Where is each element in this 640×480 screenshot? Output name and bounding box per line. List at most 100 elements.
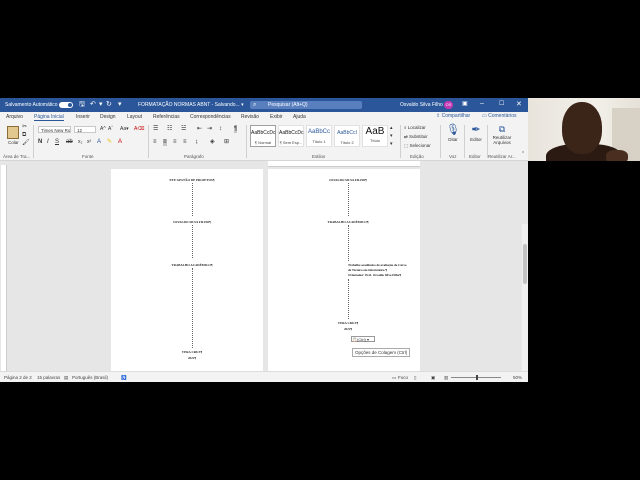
minimize-icon[interactable]: – (480, 100, 484, 107)
tab-referencias[interactable]: Referências (153, 114, 180, 120)
justify-icon[interactable]: ≡ (183, 139, 187, 146)
style-titulo-2[interactable]: AaBbCcI Título 2 (334, 125, 360, 147)
undo-dropdown-icon[interactable]: ▾ (99, 101, 103, 109)
share-button[interactable]: ⇪ Compartilhar (436, 113, 470, 119)
language-label[interactable]: Português (Brasil) (72, 375, 108, 380)
word-count[interactable]: 15 palavras (37, 375, 60, 380)
status-bar: Página 2 de 2 15 palavras ▤ Português (B… (0, 371, 528, 382)
font-color-icon[interactable]: A (118, 139, 122, 146)
styles-scroll-up-icon[interactable]: ▴ (390, 125, 393, 132)
styles-scroll-down-icon[interactable]: ▾ (390, 133, 393, 140)
customize-quick-access-icon[interactable]: ▾ (118, 101, 122, 109)
read-mode-icon[interactable]: ▯ (414, 375, 416, 381)
accessibility-icon[interactable]: ♿ (121, 375, 127, 381)
paste-options-button[interactable]: 📋(Ctrl) ▾ (351, 336, 375, 342)
avatar[interactable]: OS (444, 101, 453, 109)
focus-icon[interactable]: ▭ (392, 375, 396, 381)
shrink-font-icon[interactable]: Aˇ (108, 126, 113, 133)
superscript-icon[interactable]: x² (87, 139, 91, 146)
collapse-ribbon-icon[interactable]: ⌃ (521, 151, 525, 158)
decrease-indent-icon[interactable]: ⇤ (197, 126, 202, 133)
zoom-level[interactable]: 50% (513, 375, 522, 380)
grow-font-icon[interactable]: A^ (100, 126, 106, 133)
subscript-icon[interactable]: x₂ (78, 139, 82, 146)
highlight-icon[interactable]: ✎ (107, 139, 112, 146)
search-box[interactable]: ⌕ Pesquisar (Alt+Q) (250, 101, 362, 109)
bold-icon[interactable]: N (38, 139, 42, 146)
focus-label[interactable]: Foco (398, 375, 408, 380)
change-case-icon[interactable]: Aa▾ (120, 126, 129, 133)
increase-indent-icon[interactable]: ⇥ (207, 126, 212, 133)
page-count[interactable]: Página 2 de 2 (4, 375, 32, 380)
tab-correspondencias[interactable]: Correspondências (190, 114, 231, 120)
font-size-combo[interactable]: 12 (74, 126, 96, 133)
tab-revisao[interactable]: Revisão (241, 114, 259, 120)
show-marks-icon[interactable]: ¶ (234, 126, 238, 133)
styles-more-icon[interactable]: ▾ (390, 141, 393, 148)
editor-button[interactable]: ✒ Editor (467, 124, 485, 142)
tab-inserir[interactable]: Inserir (76, 114, 90, 120)
copy-icon[interactable]: ⧉ (22, 132, 26, 139)
user-name[interactable]: Osvaldo Silva Filho (400, 102, 443, 108)
format-painter-icon[interactable]: 🖌 (22, 140, 30, 147)
tab-arquivo[interactable]: Arquivo (6, 114, 23, 120)
autosave-toggle[interactable] (59, 102, 73, 108)
web-layout-icon[interactable]: ▥ (444, 375, 448, 381)
sort-icon[interactable]: ↕ (219, 126, 222, 133)
tab-exibir[interactable]: Exibir (270, 114, 283, 120)
line-spacing-icon[interactable]: ↨ (195, 139, 198, 146)
page-1[interactable]: ETE GESTÃO DE PROJETOS¶ OSVALDO SILVA FI… (111, 169, 263, 374)
page-2[interactable]: OSVALDO SILVA FILHO¶ TRABALHO ACADÊMICO¶… (268, 169, 420, 374)
style-sem-espacamento[interactable]: AaBbCcDc ¶ Sem Esp... (278, 125, 304, 147)
style-normal[interactable]: AaBbCcDc ¶ Normal (250, 125, 276, 147)
tab-layout[interactable]: Layout (127, 114, 142, 120)
borders-icon[interactable]: ⊞ (224, 139, 229, 146)
redo-icon[interactable]: ↻ (106, 101, 112, 109)
find-button[interactable]: ⌕ Localizar (404, 124, 426, 131)
dictate-button[interactable]: 🎙 Ditar (444, 124, 462, 142)
save-icon[interactable]: 🖫 (79, 101, 85, 109)
comments-button[interactable]: ▭ Comentários (482, 113, 516, 119)
numbering-icon[interactable]: ☷ (167, 126, 172, 133)
select-button[interactable]: ⬚ Selecionar (404, 142, 431, 149)
strikethrough-icon[interactable]: ab (66, 139, 73, 146)
multilevel-list-icon[interactable]: ☱ (181, 126, 186, 133)
document-title[interactable]: FORMATAÇÃO NORMAS ABNT - Salvando... ▾ (138, 102, 244, 108)
zoom-slider-thumb[interactable] (476, 375, 478, 380)
align-right-icon[interactable]: ≡ (173, 139, 177, 146)
ribbon-tabs: Arquivo Página Inicial Inserir Design La… (0, 112, 528, 122)
align-center-icon[interactable]: ≡ (163, 139, 167, 146)
paste-icon[interactable] (7, 126, 19, 139)
proofing-icon[interactable]: ▤ (64, 375, 68, 381)
tab-pagina-inicial[interactable]: Página Inicial (34, 114, 64, 121)
paste-label[interactable]: Colar (8, 139, 19, 146)
font-name-combo[interactable]: Times New Ro (38, 126, 71, 133)
webcam-person-hand (606, 150, 628, 161)
underline-icon[interactable]: S (55, 139, 59, 146)
style-preview: AaBbCcDc (251, 130, 276, 136)
replace-button[interactable]: ⇄ Substituir (404, 133, 428, 140)
print-layout-icon[interactable]: ▣ (431, 375, 435, 381)
scrollbar-thumb[interactable] (523, 244, 527, 284)
undo-icon[interactable]: ↶ (90, 101, 96, 109)
style-titulo[interactable]: AaB Título (362, 125, 388, 147)
text-effects-icon[interactable]: A (97, 139, 101, 146)
close-icon[interactable]: ✕ (516, 100, 522, 108)
author-line: OSVALDO SILVA FILHO¶ (329, 178, 367, 182)
clear-formatting-icon[interactable]: A⌫ (134, 126, 144, 133)
work-title-line: TRABALHO ACADÊMICO¶ (171, 263, 213, 267)
style-preview: AaBbCcI (337, 130, 357, 136)
vertical-scrollbar[interactable] (522, 224, 528, 382)
editing-group-label: Edição (410, 154, 424, 159)
cut-icon[interactable]: ✂ (22, 124, 27, 131)
reuse-files-button[interactable]: ⧉ Reutilizar Arquivos (489, 124, 515, 145)
shading-icon[interactable]: ◈ (210, 139, 215, 146)
tab-design[interactable]: Design (100, 114, 116, 120)
align-left-icon[interactable]: ≡ (153, 139, 157, 146)
italic-icon[interactable]: I (47, 139, 49, 146)
style-titulo-1[interactable]: AaBbCc Título 1 (306, 125, 332, 147)
ribbon-display-icon[interactable]: ▣ (462, 100, 468, 107)
bullets-icon[interactable]: ☰ (153, 126, 158, 133)
maximize-icon[interactable]: ☐ (499, 100, 504, 107)
tab-ajuda[interactable]: Ajuda (293, 114, 306, 120)
